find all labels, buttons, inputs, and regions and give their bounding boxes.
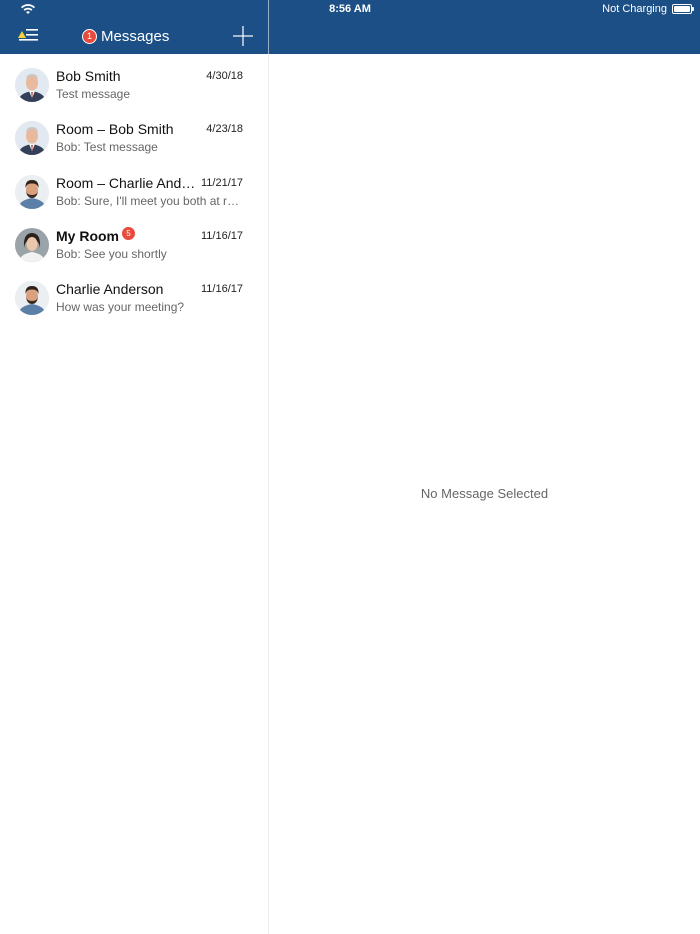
- message-preview: Test message: [56, 87, 131, 101]
- message-row[interactable]: Charlie Anderson 11/16/17 How was your mee…: [0, 271, 268, 324]
- unread-badge: 1: [82, 28, 97, 44]
- message-preview: Bob: Sure, I'll meet you both at recepti…: [56, 193, 244, 208]
- message-sender: Charlie Anderson: [56, 281, 164, 298]
- message-list: Bob Smith 4/30/18 Test message Room – Bob S…: [0, 54, 268, 934]
- plus-icon[interactable]: [233, 26, 253, 46]
- message-row[interactable]: Room – Bob Smith 4/23/18 Bob: Test message: [0, 111, 268, 164]
- message-date: 4/30/18: [206, 70, 243, 82]
- header-bar: 8:56 AM Not Charging 1 Messages: [0, 0, 700, 54]
- message-sender: My Room: [56, 227, 119, 244]
- message-sender: Bob Smith: [56, 68, 121, 84]
- avatar: [15, 227, 49, 262]
- empty-state-text: No Message Selected: [420, 486, 549, 501]
- message-preview: Bob: See you shortly: [56, 246, 167, 261]
- battery-icon: [672, 4, 694, 14]
- message-date: 11/16/17: [200, 229, 243, 242]
- message-preview: How was your meeting?: [56, 300, 185, 315]
- message-date: 11/21/17: [200, 176, 243, 189]
- message-date: 4/23/18: [206, 123, 243, 136]
- avatar: [15, 68, 49, 102]
- charging-status: Not Charging: [602, 3, 667, 15]
- page-title-text: Messages: [101, 27, 170, 45]
- message-preview: Bob: Test message: [56, 140, 158, 155]
- avatar: [15, 281, 49, 316]
- avatar: [15, 121, 49, 156]
- menu-icon[interactable]: [16, 26, 40, 44]
- header-divider: [268, 0, 269, 54]
- message-row[interactable]: My Room 5 11/16/17 Bob: See you shortly: [0, 218, 268, 271]
- message-row[interactable]: Bob Smith 4/30/18 Test message: [0, 58, 268, 111]
- unread-badge: 5: [122, 226, 135, 240]
- battery-level: [674, 6, 690, 12]
- detail-pane: No Message Selected: [269, 54, 700, 934]
- message-sender: Room – Bob Smith: [56, 121, 174, 138]
- avatar: [15, 174, 49, 209]
- page-title: 1 Messages: [82, 26, 169, 46]
- status-time: 8:56 AM: [329, 3, 371, 15]
- message-sender: Room – Charlie Anderson: [56, 174, 200, 191]
- message-row[interactable]: Room – Charlie Anderson11/21/17 Bob: Sure…: [0, 165, 268, 218]
- message-date: 11/16/17: [200, 283, 243, 296]
